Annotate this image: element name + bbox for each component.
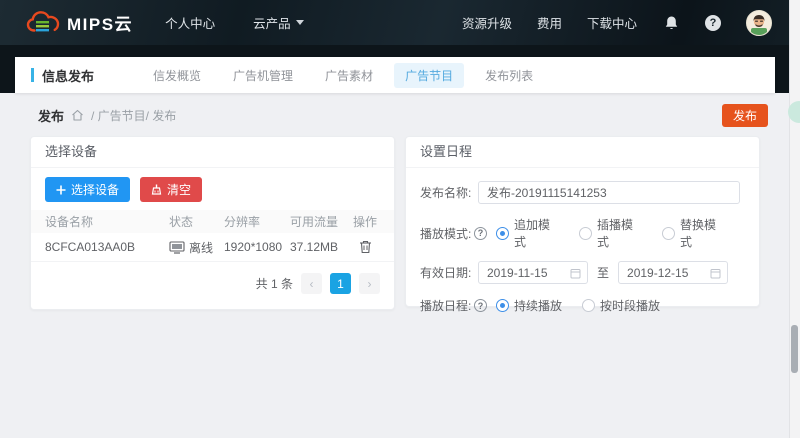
page-title: 发布 — [38, 106, 64, 125]
radio-insert-mode[interactable]: 插播模式 — [579, 216, 642, 250]
plus-icon — [56, 185, 66, 195]
header-operations: 操作 — [348, 213, 382, 230]
device-resolution: 1920*1080 — [224, 240, 290, 254]
nav-right: 资源升级 费用 下载中心 ? — [462, 10, 772, 36]
start-date-value: 2019-11-15 — [487, 266, 548, 280]
tab-ad-program[interactable]: 广告节目 — [394, 63, 464, 88]
nav-item-resource-upgrade[interactable]: 资源升级 — [462, 13, 512, 32]
radio-label: 插播模式 — [597, 216, 642, 250]
calendar-icon — [570, 268, 581, 279]
title-accent-bar — [31, 68, 34, 82]
select-device-panel-title: 选择设备 — [31, 137, 394, 168]
broom-icon — [151, 184, 162, 195]
device-actions: 选择设备 清空 — [31, 168, 394, 210]
radio-button-icon — [496, 299, 509, 312]
schedule-panel-title: 设置日程 — [406, 137, 759, 168]
publish-name-input[interactable] — [478, 181, 740, 204]
module-title: 信息发布 — [31, 66, 94, 85]
nav-menu: 个人中心 云产品 — [165, 13, 304, 32]
publish-name-row: 发布名称: — [420, 181, 745, 204]
device-table-row: 8CFCA013AA0B 离线 1920*1080 37.12MB — [31, 233, 394, 262]
user-avatar[interactable] — [746, 10, 772, 36]
radio-button-icon — [496, 227, 509, 240]
module-tabs: 信发概览 广告机管理 广告素材 广告节目 发布列表 — [142, 63, 544, 88]
schedule-settings-panel: 设置日程 发布名称: 播放模式: ? 追加模式 插播模式 替换模式 有效日期: — [405, 136, 760, 307]
calendar-icon — [710, 268, 721, 279]
module-title-text: 信息发布 — [42, 66, 94, 85]
nav-item-personal-center[interactable]: 个人中心 — [165, 13, 215, 32]
nav-item-label: 云产品 — [253, 13, 291, 32]
cloud-logo-icon — [26, 10, 60, 35]
play-schedule-label: 播放日程: — [420, 297, 478, 314]
pagination-prev-button[interactable]: ‹ — [301, 273, 322, 294]
end-date-value: 2019-12-15 — [627, 266, 688, 280]
play-schedule-row: 播放日程: ? 持续播放 按时段播放 — [420, 297, 745, 314]
clear-devices-label: 清空 — [167, 181, 191, 198]
end-date-input[interactable]: 2019-12-15 — [618, 261, 728, 284]
play-mode-help-icon[interactable]: ? — [474, 227, 487, 240]
pagination-total: 共 1 条 — [256, 275, 293, 292]
select-device-button[interactable]: 选择设备 — [45, 177, 130, 202]
nav-item-billing[interactable]: 费用 — [537, 13, 562, 32]
brand[interactable]: MIPS云 — [26, 10, 133, 35]
nav-item-label: 个人中心 — [165, 13, 215, 32]
play-mode-label: 播放模式: — [420, 225, 478, 242]
tab-distribution-overview[interactable]: 信发概览 — [142, 63, 212, 88]
pagination-next-button[interactable]: › — [359, 273, 380, 294]
radio-label: 按时段播放 — [600, 297, 660, 314]
header-traffic: 可用流量 — [290, 213, 348, 230]
monitor-icon — [169, 241, 185, 254]
nav-item-download-center[interactable]: 下载中心 — [587, 13, 637, 32]
device-name: 8CFCA013AA0B — [31, 240, 169, 254]
select-device-panel: 选择设备 选择设备 清空 设备名称 状态 分辨率 可用流量 操作 8CFCA — [30, 136, 395, 310]
valid-date-row: 有效日期: 2019-11-15 至 2019-12-15 — [420, 261, 745, 284]
radio-button-icon — [582, 299, 595, 312]
play-mode-row: 播放模式: ? 追加模式 插播模式 替换模式 — [420, 216, 745, 250]
valid-date-label: 有效日期: — [420, 264, 478, 281]
device-table-header: 设备名称 状态 分辨率 可用流量 操作 — [31, 210, 394, 233]
delete-device-button[interactable] — [359, 240, 372, 254]
play-schedule-help-icon[interactable]: ? — [474, 299, 487, 312]
radio-append-mode[interactable]: 追加模式 — [496, 216, 559, 250]
publish-button[interactable]: 发布 — [722, 104, 768, 127]
breadcrumb: 发布 / 广告节目/ 发布 — [38, 104, 176, 126]
publish-name-label: 发布名称: — [420, 184, 478, 201]
date-range-separator: 至 — [597, 264, 609, 281]
radio-button-icon — [662, 227, 675, 240]
header-resolution: 分辨率 — [224, 213, 290, 230]
trash-icon — [359, 240, 372, 254]
radio-continuous-play[interactable]: 持续播放 — [496, 297, 562, 314]
header-device-name: 设备名称 — [31, 213, 169, 230]
device-status-label: 离线 — [189, 239, 213, 256]
tab-publish-list[interactable]: 发布列表 — [474, 63, 544, 88]
device-status: 离线 — [169, 239, 224, 256]
module-tabbar: 信息发布 信发概览 广告机管理 广告素材 广告节目 发布列表 — [15, 57, 775, 93]
tab-ad-material[interactable]: 广告素材 — [314, 63, 384, 88]
notification-bell-icon[interactable] — [662, 14, 680, 32]
page-scrollbar-thumb[interactable] — [791, 325, 798, 373]
device-traffic: 37.12MB — [290, 240, 348, 254]
nav-item-cloud-products[interactable]: 云产品 — [253, 13, 304, 32]
radio-label: 追加模式 — [514, 216, 559, 250]
schedule-form: 发布名称: 播放模式: ? 追加模式 插播模式 替换模式 有效日期: 2019-… — [406, 181, 759, 314]
pagination-page-1[interactable]: 1 — [330, 273, 351, 294]
radio-label: 持续播放 — [514, 297, 562, 314]
radio-timed-play[interactable]: 按时段播放 — [582, 297, 660, 314]
radio-button-icon — [579, 227, 592, 240]
header-status: 状态 — [169, 213, 224, 230]
help-icon[interactable]: ? — [705, 15, 721, 31]
top-navbar: MIPS云 个人中心 云产品 资源升级 费用 下载中心 ? — [0, 0, 800, 45]
tab-ad-machine-management[interactable]: 广告机管理 — [222, 63, 304, 88]
breadcrumb-path: / 广告节目/ 发布 — [91, 107, 176, 124]
radio-replace-mode[interactable]: 替换模式 — [662, 216, 725, 250]
select-device-label: 选择设备 — [71, 181, 119, 198]
radio-label: 替换模式 — [680, 216, 725, 250]
clear-devices-button[interactable]: 清空 — [140, 177, 202, 202]
start-date-input[interactable]: 2019-11-15 — [478, 261, 588, 284]
chevron-down-icon — [296, 20, 304, 25]
home-icon[interactable] — [71, 109, 84, 122]
brand-name: MIPS云 — [67, 10, 133, 35]
device-pagination: 共 1 条 ‹ 1 › — [31, 262, 394, 294]
